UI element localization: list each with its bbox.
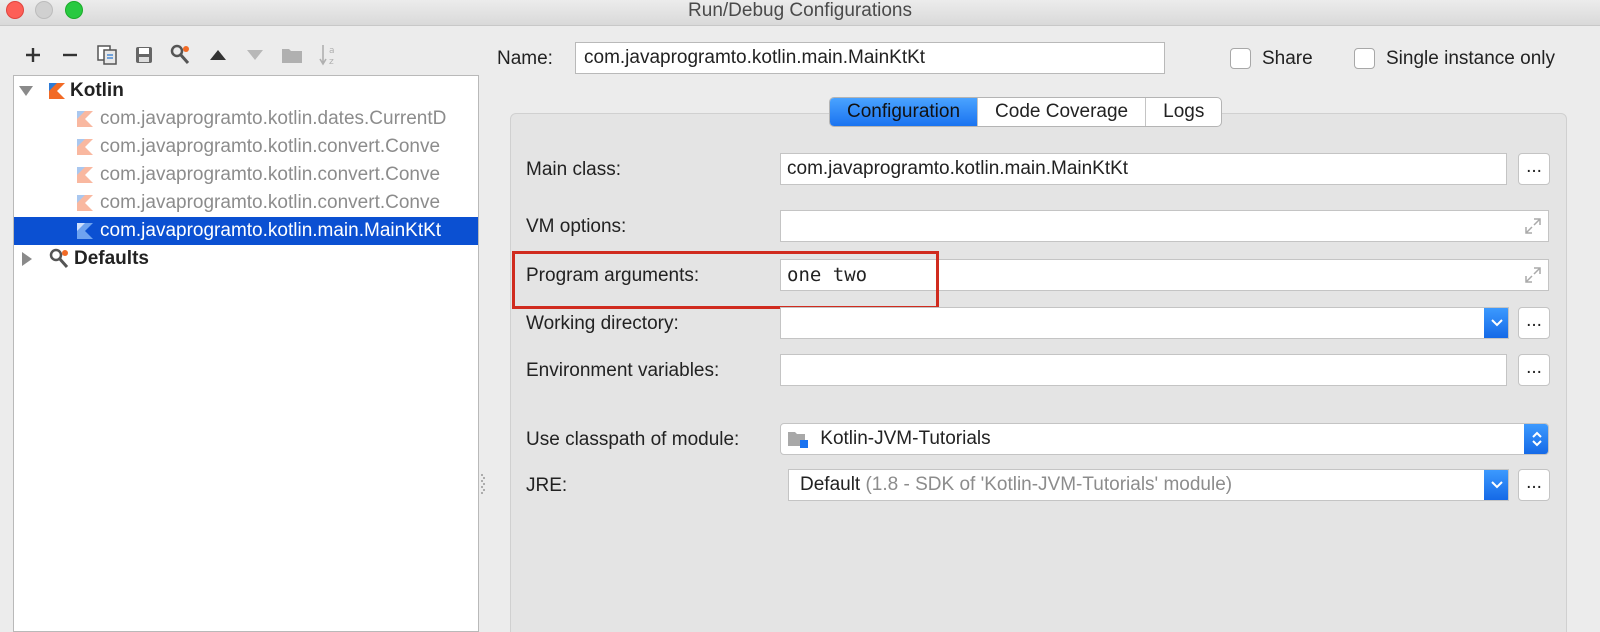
vm-options-field[interactable] — [780, 210, 1549, 242]
highlight-box — [512, 251, 939, 309]
tab-code-coverage[interactable]: Code Coverage — [978, 98, 1147, 126]
tree-item-config[interactable]: com.javaprogramto.kotlin.convert.Conve — [14, 133, 478, 161]
copy-button[interactable] — [88, 40, 125, 70]
tree-item-label: com.javaprogramto.kotlin.convert.Conve — [100, 136, 441, 157]
tab-configuration[interactable]: Configuration — [830, 98, 979, 126]
wrench-icon — [170, 44, 189, 64]
share-label: Share — [1262, 48, 1313, 69]
name-input[interactable]: com.javaprogramto.kotlin.main.MainKtKt — [575, 42, 1165, 74]
single-instance-checkbox[interactable] — [1354, 48, 1375, 69]
copy-icon — [96, 45, 117, 65]
arrow-up-icon — [209, 50, 226, 60]
jre-select[interactable]: Default (1.8 - SDK of 'Kotlin-JVM-Tutori… — [788, 469, 1509, 501]
tree-item-label: com.javaprogramto.kotlin.convert.Conve — [100, 192, 441, 213]
jre-label: JRE: — [526, 475, 568, 496]
main-class-browse-button[interactable]: ... — [1518, 153, 1550, 185]
kotlin-config-icon — [77, 195, 93, 211]
expanded-arrow-icon[interactable] — [19, 85, 33, 97]
grip-icon — [481, 474, 485, 494]
environment-variables-field[interactable] — [780, 354, 1507, 386]
move-up-button[interactable] — [199, 40, 236, 70]
expand-icon[interactable] — [1524, 266, 1542, 284]
folder-icon — [281, 49, 302, 63]
working-directory-dropdown-button[interactable] — [1484, 308, 1508, 338]
tree-item-config[interactable]: com.javaprogramto.kotlin.dates.CurrentD — [14, 105, 478, 133]
jre-dropdown-button[interactable] — [1484, 470, 1508, 500]
window-title: Run/Debug Configurations — [688, 0, 912, 21]
kotlin-icon — [49, 83, 65, 99]
chevron-down-icon — [1490, 319, 1503, 327]
arrow-down-icon — [246, 50, 263, 60]
jre-value: Default — [800, 474, 861, 495]
name-label: Name: — [497, 48, 553, 69]
tree-item-config-selected[interactable]: com.javaprogramto.kotlin.main.MainKtKt — [14, 217, 478, 245]
tree-label-defaults: Defaults — [74, 248, 149, 269]
wrench-icon — [49, 248, 69, 268]
share-checkbox[interactable] — [1230, 48, 1251, 69]
plus-icon — [25, 48, 40, 62]
module-folder-icon — [788, 431, 808, 448]
configurations-tree[interactable]: Kotlin com.javaprogramto.kotlin.dates.Cu… — [13, 75, 479, 632]
environment-variables-browse-button[interactable]: ... — [1518, 354, 1550, 386]
classpath-module-label: Use classpath of module: — [526, 429, 740, 450]
minus-icon — [62, 53, 77, 57]
working-directory-label: Working directory: — [526, 313, 679, 334]
sort-button[interactable]: az — [310, 40, 347, 70]
tree-item-label: com.javaprogramto.kotlin.convert.Conve — [100, 164, 441, 185]
collapsed-arrow-icon[interactable] — [21, 252, 33, 266]
jre-detail: (1.8 - SDK of 'Kotlin-JVM-Tutorials' mod… — [865, 474, 1233, 495]
save-button[interactable] — [125, 40, 162, 70]
tree-item-config[interactable]: com.javaprogramto.kotlin.convert.Conve — [14, 189, 478, 217]
main-class-label: Main class: — [526, 159, 622, 180]
tree-item-label: com.javaprogramto.kotlin.main.MainKtKt — [100, 220, 442, 241]
svg-text:z: z — [329, 57, 334, 67]
classpath-module-value: Kotlin-JVM-Tutorials — [820, 428, 991, 449]
tab-logs[interactable]: Logs — [1146, 98, 1221, 126]
vm-options-label: VM options: — [526, 216, 627, 237]
classpath-module-dropdown-button[interactable] — [1524, 424, 1548, 454]
configurations-toolbar: az — [14, 40, 347, 70]
tree-node-defaults[interactable]: Defaults — [14, 245, 478, 273]
up-down-chevron-icon — [1531, 431, 1542, 447]
sort-az-icon: az — [318, 45, 335, 67]
folder-button[interactable] — [273, 40, 310, 70]
main-class-field[interactable]: com.javaprogramto.kotlin.main.MainKtKt — [780, 153, 1507, 185]
working-directory-field[interactable] — [780, 307, 1509, 339]
expand-icon[interactable] — [1524, 217, 1542, 235]
tree-item-label: com.javaprogramto.kotlin.dates.CurrentD — [100, 108, 447, 129]
add-button[interactable] — [14, 40, 51, 70]
remove-button[interactable] — [51, 40, 88, 70]
environment-variables-label: Environment variables: — [526, 360, 720, 381]
title-bar: Run/Debug Configurations — [0, 0, 1600, 26]
jre-browse-button[interactable]: ... — [1518, 469, 1550, 501]
chevron-down-icon — [1490, 481, 1503, 489]
save-icon — [135, 47, 152, 63]
classpath-module-select[interactable]: Kotlin-JVM-Tutorials — [780, 423, 1549, 455]
tree-label-kotlin: Kotlin — [70, 80, 124, 101]
single-instance-label: Single instance only — [1386, 48, 1555, 69]
kotlin-config-icon — [77, 223, 93, 239]
splitter-handle[interactable] — [480, 472, 486, 496]
tree-node-kotlin[interactable]: Kotlin — [14, 77, 478, 105]
tab-bar: Configuration Code Coverage Logs — [829, 97, 1223, 127]
working-directory-browse-button[interactable]: ... — [1518, 307, 1550, 339]
edit-defaults-button[interactable] — [162, 40, 199, 70]
move-down-button[interactable] — [236, 40, 273, 70]
svg-text:a: a — [329, 46, 335, 56]
tree-item-config[interactable]: com.javaprogramto.kotlin.convert.Conve — [14, 161, 478, 189]
kotlin-config-icon — [77, 167, 93, 183]
kotlin-config-icon — [77, 111, 93, 127]
kotlin-config-icon — [77, 139, 93, 155]
